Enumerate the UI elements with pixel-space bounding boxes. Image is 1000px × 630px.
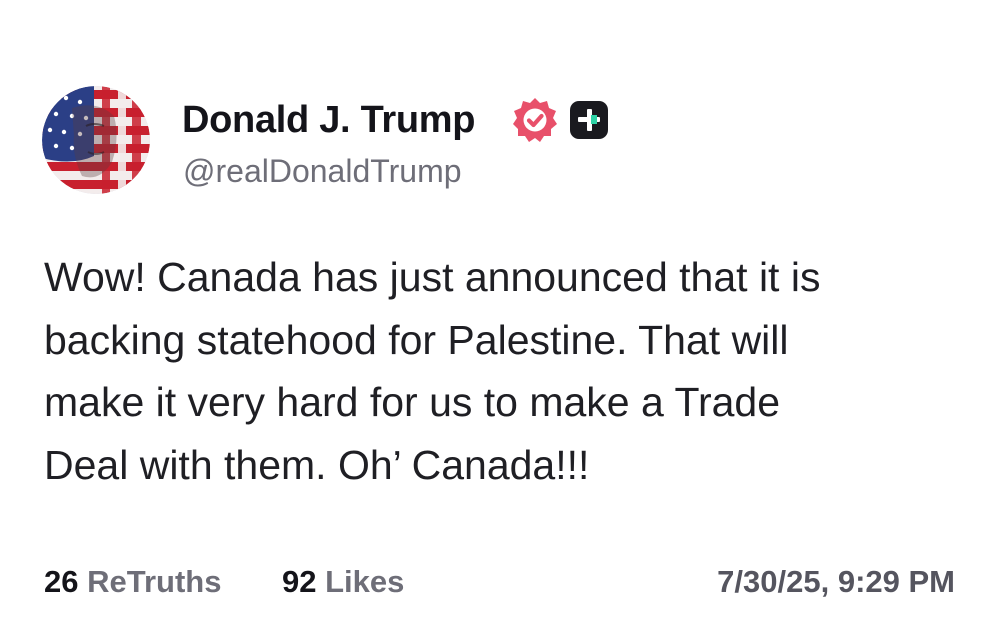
post-body-line: backing statehood for Palestine. That wi… [44, 316, 789, 363]
american-flag-portrait-icon [42, 86, 150, 194]
likes-label: Likes [325, 564, 405, 599]
author-display-name[interactable]: Donald J. Trump [182, 98, 476, 142]
author-handle[interactable]: @realDonaldTrump [183, 152, 462, 190]
post-body-line: Wow! Canada has just announced that it i… [44, 254, 821, 300]
truth-post: Donald J. Trump @realDonaldTrump Wow! Ca… [0, 0, 1000, 630]
post-body-line: make it very hard for us to make a Trade [44, 379, 781, 425]
post-footer: 26 ReTruths 92 Likes 7/30/25, 9:29 PM [0, 560, 1000, 604]
verified-badge-icon [510, 95, 560, 145]
retruths-count: 26 [44, 564, 79, 599]
post-timestamp[interactable]: 7/30/25, 9:29 PM [717, 560, 955, 604]
retruths-label: ReTruths [87, 564, 222, 599]
post-body-line: Deal with them. Oh’ Canada!!! [44, 441, 590, 488]
likes-count: 92 [282, 564, 317, 599]
avatar[interactable] [42, 86, 150, 194]
retruths-count-link[interactable]: 26 ReTruths [44, 560, 221, 604]
post-body: Wow! Canada has just announced that it i… [44, 246, 974, 496]
likes-count-link[interactable]: 92 Likes [282, 560, 404, 604]
plus-badge-icon [570, 101, 608, 139]
